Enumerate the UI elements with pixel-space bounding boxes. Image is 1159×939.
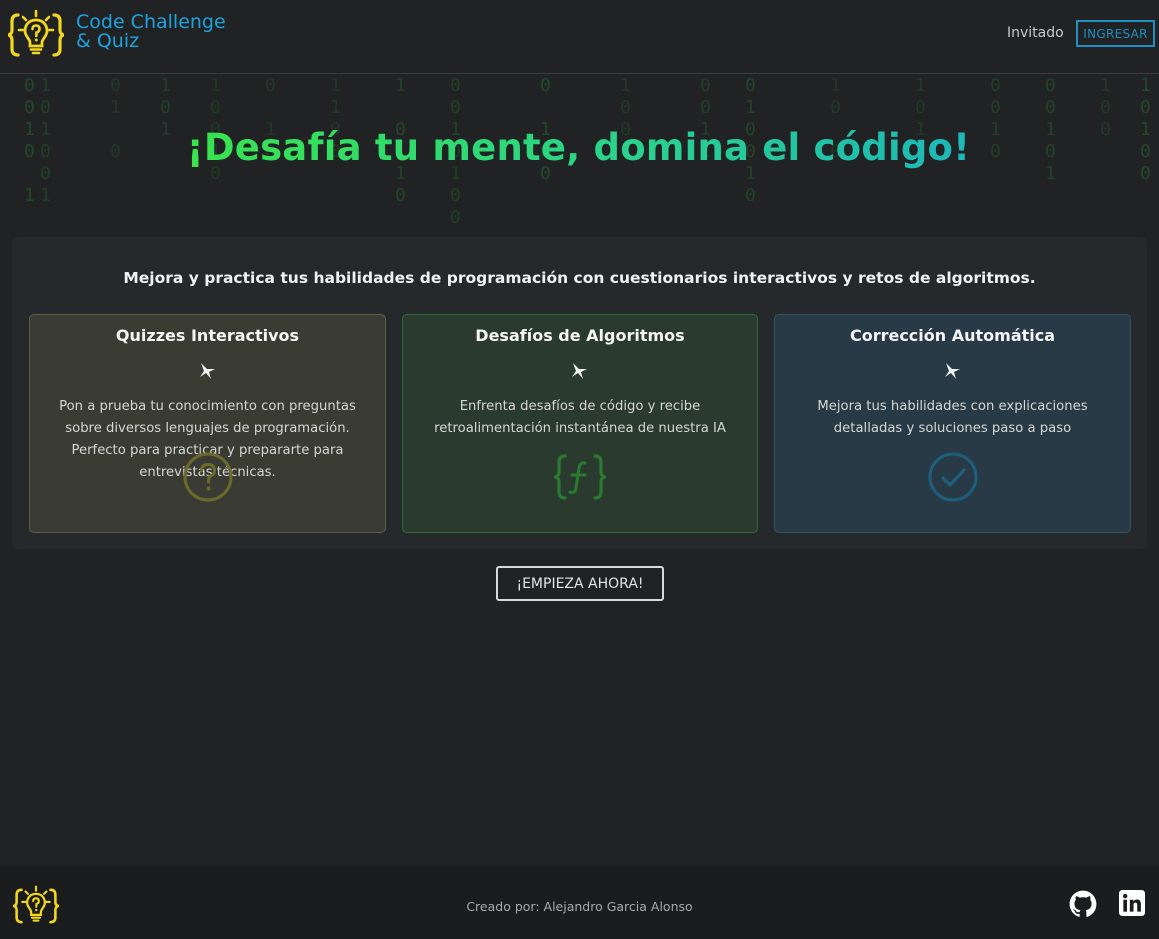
- sparkle-icon: [199, 363, 215, 379]
- card-title: Corrección Automática: [849, 326, 1056, 345]
- feature-card-quizzes[interactable]: Quizzes Interactivos Pon a prueba tu con…: [29, 314, 386, 533]
- function-braces-icon: [554, 454, 606, 500]
- hero-title: ¡Desafía tu mente, domina el código!: [0, 126, 1159, 169]
- brand-title[interactable]: Code Challenge & Quiz: [76, 13, 226, 51]
- login-button[interactable]: INGRESAR: [1076, 20, 1155, 47]
- feature-card-algorithms[interactable]: Desafíos de Algoritmos Enfrenta desafíos…: [402, 314, 758, 533]
- linkedin-icon[interactable]: [1119, 890, 1145, 916]
- sparkle-icon: [944, 363, 960, 379]
- footer: Creado por: Alejandro Garcia Alonso: [0, 866, 1159, 939]
- user-name: Invitado: [1007, 25, 1064, 41]
- question-circle-icon: [183, 452, 232, 502]
- brand-line-2: & Quiz: [76, 30, 140, 52]
- sparkle-icon: [572, 363, 587, 379]
- card-description: Mejora tus habilidades con explicaciones…: [817, 399, 1088, 436]
- feature-card-auto-correction[interactable]: Corrección Automática Mejora tus habilid…: [774, 314, 1131, 533]
- top-navbar: Code Challenge & Quiz Invitado INGRESAR: [0, 0, 1159, 74]
- author-credit: Creado por: Alejandro Garcia Alonso: [466, 899, 693, 914]
- card-title: Desafíos de Algoritmos: [475, 326, 685, 345]
- github-icon[interactable]: [1069, 890, 1097, 918]
- start-now-button[interactable]: ¡EMPIEZA AHORA!: [496, 566, 664, 601]
- features-intro: Mejora y practica tus habilidades de pro…: [123, 269, 1036, 287]
- check-circle-icon: [928, 452, 977, 502]
- card-title: Quizzes Interactivos: [115, 326, 300, 345]
- card-description: Enfrenta desafíos de código y recibe ret…: [434, 399, 726, 436]
- hero-title-text: ¡Desafía tu mente, domina el código!: [186, 126, 971, 169]
- lightbulb-logo-icon[interactable]: [2, 9, 70, 61]
